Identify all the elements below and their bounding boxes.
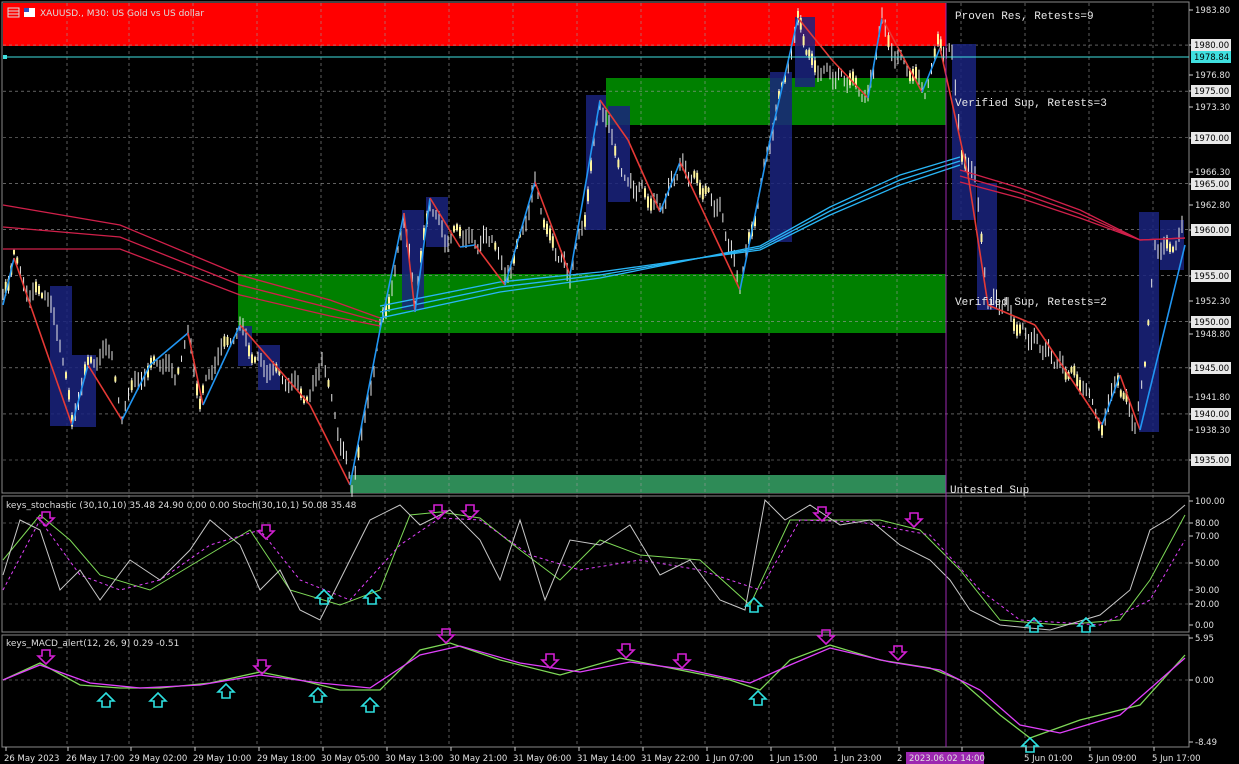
price-tick-label: 1960.00 [1194,226,1229,236]
price-tick-label: 1941.80 [1195,393,1230,403]
macd-tick-label: 5.95 [1195,634,1214,644]
time-tick-label: 5 Jun 17:00 [1152,754,1201,764]
time-tick-label: 29 May 02:00 [129,754,187,764]
time-tick-label: 29 May 18:00 [257,754,315,764]
verified-support-zone-lower [238,274,946,333]
stoch-tick-label: 70.00 [1195,532,1219,542]
price-tick-label: 1962.80 [1195,201,1230,211]
time-tick-label: 26 May 17:00 [66,754,124,764]
time-tick-label: 29 May 10:00 [193,754,251,764]
macd-axis: 5.95 0.00 -8.49 [1189,634,1217,748]
time-tick-label: 1 Jun 15:00 [769,754,818,764]
current-price-label: 1978.84 [1194,53,1229,63]
price-tick-label: 1970.00 [1194,134,1229,144]
time-tick-label: 5 Jun 09:00 [1088,754,1137,764]
untested-sup-label: Untested Sup [950,485,1029,497]
macd-tick-label: -8.49 [1195,738,1217,748]
stoch-tick-label: 100.00 [1195,497,1225,507]
current-price-marker [3,55,7,59]
price-tick-label: 1966.30 [1195,168,1230,178]
time-tick-label: 30 May 21:00 [449,754,507,764]
time-tick-label: 5 Jun 01:00 [1024,754,1073,764]
stoch-tick-label: 20.00 [1195,600,1219,610]
time-tick-label: 30 May 13:00 [385,754,443,764]
proven-res-label: Proven Res, Retests=9 [955,11,1094,23]
time-cursor-label: 2023.06.02 14:00 [909,754,985,764]
macd-pane[interactable] [1,634,1190,748]
price-tick-label: 1965.00 [1194,180,1229,190]
time-tick-label: 31 May 06:00 [513,754,571,764]
time-tick-label: 31 May 14:00 [577,754,635,764]
stochastic-pane[interactable] [1,495,1190,633]
untested-support-zone [350,475,946,493]
stoch-tick-label: 0.00 [1195,621,1214,631]
verified-sup-label-1: Verified Sup, Retests=3 [955,98,1107,110]
stochastic-label: keys_stochastic (30,10,10) 35.48 24.90 0… [6,501,357,511]
verified-sup-label-2: Verified Sup, Retests=2 [955,297,1107,309]
stoch-tick-label: 50.00 [1195,559,1219,569]
macd-label: keys_MACD_alert(12, 26, 9) 0.29 -0.51 [6,639,179,649]
price-tick-label: 1940.00 [1194,410,1229,420]
price-tick-label: 1976.80 [1195,71,1230,81]
price-tick-label: 1983.80 [1195,6,1230,16]
price-tick-label: 1973.30 [1195,103,1230,113]
price-tick-label: 1938.30 [1195,426,1230,436]
price-tick-label: 1952.30 [1195,297,1230,307]
price-tick-label: 1945.00 [1194,364,1229,374]
time-tick-label: 31 May 22:00 [641,754,699,764]
stoch-tick-label: 30.00 [1195,586,1219,596]
price-tick-label: 1948.80 [1195,330,1230,340]
time-tick-label: 2 [897,754,902,764]
price-tick-label: 1950.00 [1194,318,1229,328]
stoch-tick-label: 80.00 [1195,519,1219,529]
window-title: XAUUSD., M30: US Gold vs US dollar [40,9,204,19]
price-tick-label: 1980.00 [1194,41,1229,51]
macd-tick-label: 0.00 [1195,676,1214,686]
time-tick-label: 26 May 2023 [4,754,59,764]
time-tick-label: 1 Jun 07:00 [705,754,754,764]
time-tick-label: 1 Jun 23:00 [833,754,882,764]
price-axis[interactable]: 1983.80 1980.00 1976.80 1975.00 1973.30 1970.… [1189,6,1231,466]
time-tick-label: 30 May 05:00 [321,754,379,764]
chart-canvas[interactable]: Proven Res, Retests=9 Verified Sup, Rete… [0,0,1239,764]
main-price-pane[interactable] [1,1,1190,494]
price-tick-label: 1935.00 [1194,456,1229,466]
stochastic-axis: 100.00 80.00 70.00 50.00 30.00 20.00 0.00 [1189,497,1225,631]
price-tick-label: 1975.00 [1194,87,1229,97]
time-axis[interactable]: 26 May 2023 26 May 17:00 29 May 02:00 29 Ma… [4,747,1201,764]
price-tick-label: 1955.00 [1194,272,1229,282]
